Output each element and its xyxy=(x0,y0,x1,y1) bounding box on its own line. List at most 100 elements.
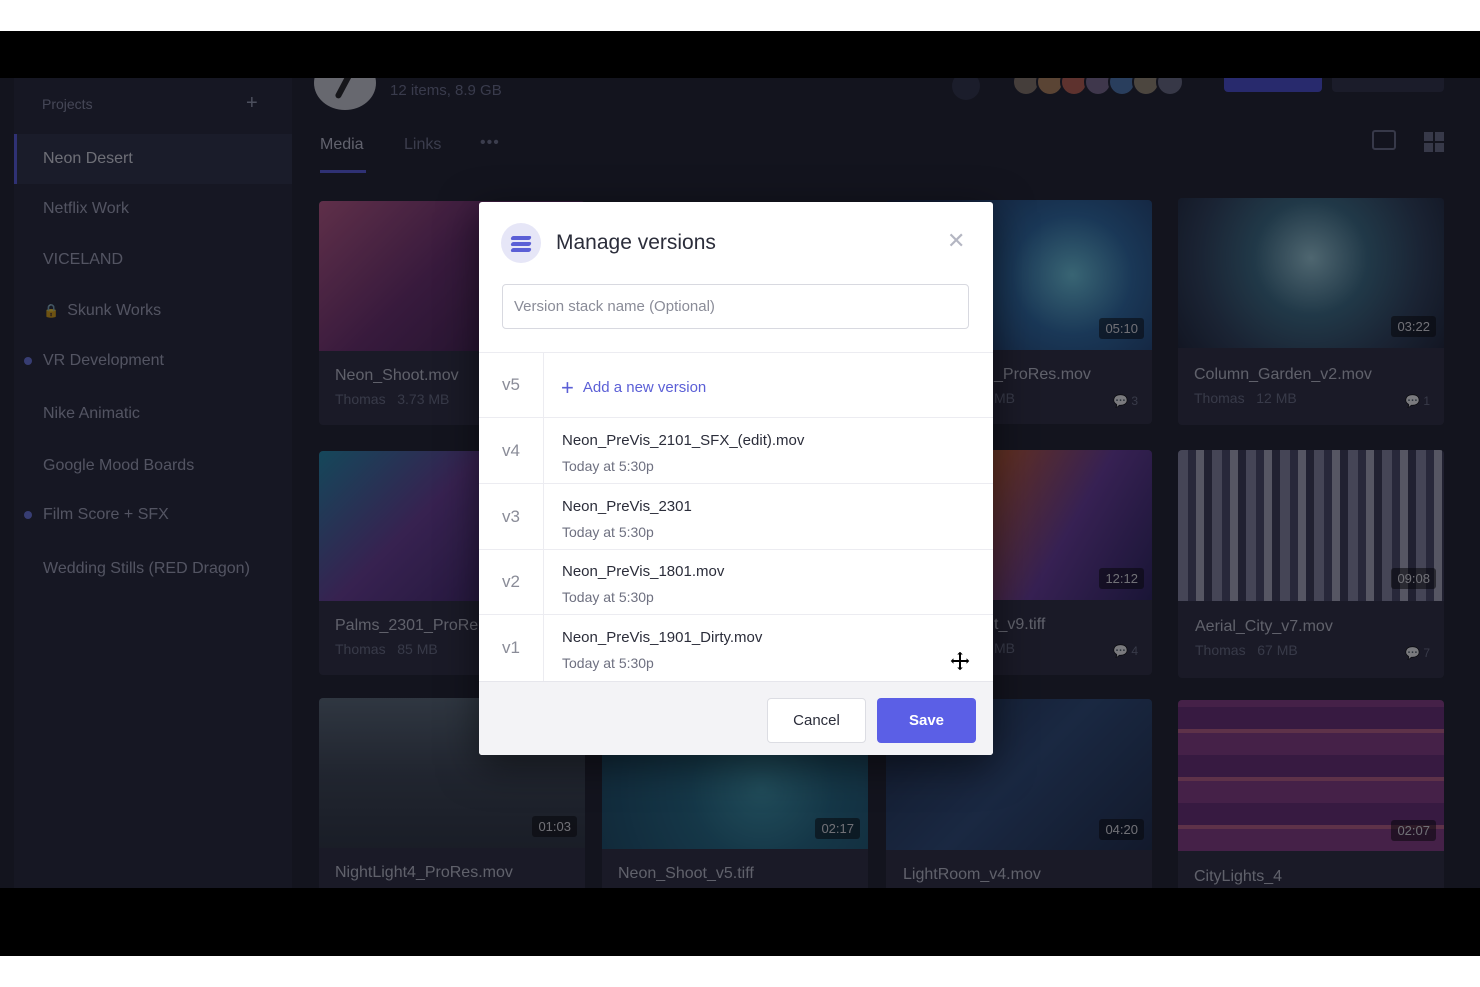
tab-media[interactable]: Media xyxy=(320,136,364,154)
card-name: Neon_Shoot_v5.tiff xyxy=(618,865,754,882)
sidebar-item-film-score[interactable]: Film Score + SFX xyxy=(14,490,292,540)
stack-logo-icon xyxy=(501,223,541,263)
sidebar-item-label: VICELAND xyxy=(43,251,124,268)
sidebar: Projects + Neon Desert Netflix Work VICE… xyxy=(14,78,292,890)
duration-badge: 04:20 xyxy=(1099,819,1144,840)
project-meta: 12 items, 8.9 GB xyxy=(390,82,502,99)
project-header: 12 items, 8.9 GB Media Links ••• xyxy=(292,78,1480,198)
sidebar-item-label: Nike Animatic xyxy=(43,405,140,422)
manage-versions-dialog: Manage versions ✕ v5 +Add a new version … xyxy=(479,202,993,755)
invite-plus-icon[interactable] xyxy=(952,78,980,100)
card-name: _ProRes.mov xyxy=(994,366,1091,383)
card-name: Column_Garden_v2.mov xyxy=(1194,366,1372,383)
add-version-button[interactable]: + Add a new version xyxy=(561,375,706,401)
version-filename: Neon_PreVis_1801.mov xyxy=(562,563,725,580)
sidebar-item-wedding-stills[interactable]: Wedding Stills (RED Dragon) xyxy=(14,544,292,594)
media-card[interactable]: 09:08 Aerial_City_v7.mov Thomas 67 MB 💬 … xyxy=(1178,450,1444,678)
sidebar-item-label: Wedding Stills (RED Dragon) xyxy=(43,560,250,577)
more-tabs-icon[interactable]: ••• xyxy=(480,134,500,152)
save-button[interactable]: Save xyxy=(877,698,976,743)
card-name: t_v9.tiff xyxy=(994,616,1046,633)
card-meta: MB xyxy=(994,640,1015,656)
card-name: Neon_Shoot.mov xyxy=(335,367,459,384)
tab-links[interactable]: Links xyxy=(404,136,441,154)
share-button[interactable] xyxy=(1224,78,1322,92)
active-tab-indicator xyxy=(320,170,366,173)
add-project-icon[interactable]: + xyxy=(246,92,258,115)
project-avatar xyxy=(314,78,376,110)
version-timestamp: Today at 5:30p xyxy=(562,655,654,671)
card-name: Aerial_City_v7.mov xyxy=(1195,618,1333,635)
status-dot xyxy=(24,511,32,519)
version-number: v5 xyxy=(479,353,544,417)
folder-icon[interactable] xyxy=(1372,130,1396,150)
lock-icon: 🔒 xyxy=(43,303,60,318)
move-cursor-icon xyxy=(949,650,971,672)
duration-badge: 09:08 xyxy=(1391,568,1436,589)
version-number: v3 xyxy=(479,484,544,549)
add-version-label: Add a new version xyxy=(582,379,707,396)
sidebar-item-google-mood-boards[interactable]: Google Mood Boards xyxy=(14,441,292,491)
cancel-button[interactable]: Cancel xyxy=(767,698,866,743)
version-timestamp: Today at 5:30p xyxy=(562,524,654,540)
sidebar-item-label: VR Development xyxy=(43,352,164,369)
sidebar-item-nike-animatic[interactable]: Nike Animatic xyxy=(14,389,292,439)
version-number: v2 xyxy=(479,550,544,614)
comment-count: 💬 4 xyxy=(1113,644,1138,658)
version-timestamp: Today at 5:30p xyxy=(562,458,654,474)
sidebar-item-label: Google Mood Boards xyxy=(43,457,195,474)
duration-badge: 12:12 xyxy=(1099,568,1144,589)
media-card[interactable]: 03:22 Column_Garden_v2.mov Thomas 12 MB … xyxy=(1178,198,1444,425)
card-name: CityLights_4 xyxy=(1194,868,1283,885)
sidebar-item-skunk-works[interactable]: 🔒 Skunk Works xyxy=(14,286,292,336)
sidebar-item-vr-development[interactable]: VR Development xyxy=(14,336,292,386)
version-row[interactable]: v3 Neon_PreVis_2301 Today at 5:30p xyxy=(479,483,993,549)
card-meta: MB xyxy=(994,390,1015,406)
card-name: Palms_2301_ProRe xyxy=(335,617,479,634)
version-number: v4 xyxy=(479,418,544,483)
duration-badge: 05:10 xyxy=(1099,318,1144,339)
card-meta: Thomas 3.73 MB xyxy=(335,391,450,407)
status-dot xyxy=(24,357,32,365)
version-number: v1 xyxy=(479,615,544,681)
version-row[interactable]: v1 Neon_PreVis_1901_Dirty.mov Today at 5… xyxy=(479,614,993,681)
sidebar-item-netflix-work[interactable]: Netflix Work xyxy=(14,184,292,234)
comment-count: 💬 3 xyxy=(1113,394,1138,408)
version-filename: Neon_PreVis_1901_Dirty.mov xyxy=(562,629,763,646)
sidebar-item-label: Film Score + SFX xyxy=(43,506,169,523)
grid-view-icon[interactable] xyxy=(1424,132,1444,152)
plus-icon: + xyxy=(561,375,574,400)
comment-count: 💬 7 xyxy=(1405,646,1430,660)
version-row[interactable]: v2 Neon_PreVis_1801.mov Today at 5:30p xyxy=(479,549,993,614)
media-card[interactable]: 02:07 CityLights_4 xyxy=(1178,700,1444,890)
card-meta: Thomas 85 MB xyxy=(335,641,438,657)
sidebar-header: Projects xyxy=(42,96,93,112)
duration-badge: 02:07 xyxy=(1391,820,1436,841)
version-filename: Neon_PreVis_2301 xyxy=(562,498,692,515)
sidebar-item-label: Skunk Works xyxy=(67,302,162,319)
card-meta: Thomas 12 MB xyxy=(1194,390,1297,406)
avatar xyxy=(1156,78,1184,96)
letterbox-bottom xyxy=(0,888,1480,956)
version-stack-name-input[interactable] xyxy=(502,284,969,329)
close-icon[interactable]: ✕ xyxy=(947,230,965,252)
duration-badge: 01:03 xyxy=(532,816,577,837)
card-meta: Thomas 67 MB xyxy=(1195,642,1298,658)
sidebar-item-viceland[interactable]: VICELAND xyxy=(14,235,292,285)
card-name: LightRoom_v4.mov xyxy=(903,866,1041,883)
dialog-footer: Cancel Save xyxy=(479,681,993,755)
duration-badge: 03:22 xyxy=(1391,316,1436,337)
sidebar-item-label: Netflix Work xyxy=(43,200,129,217)
sidebar-item-label: Neon Desert xyxy=(43,150,133,167)
letterbox-top xyxy=(0,31,1480,78)
comment-count: 💬 1 xyxy=(1405,394,1430,408)
version-row[interactable]: v4 Neon_PreVis_2101_SFX_(edit).mov Today… xyxy=(479,417,993,483)
card-name: NightLight4_ProRes.mov xyxy=(335,864,513,881)
add-version-row[interactable]: v5 + Add a new version xyxy=(479,352,993,417)
duration-badge: 02:17 xyxy=(815,818,860,839)
version-filename: Neon_PreVis_2101_SFX_(edit).mov xyxy=(562,432,805,449)
upload-button[interactable] xyxy=(1332,78,1444,92)
collaborator-avatars[interactable] xyxy=(1012,78,1184,96)
dialog-title: Manage versions xyxy=(556,231,716,254)
sidebar-item-neon-desert[interactable]: Neon Desert xyxy=(14,134,292,184)
